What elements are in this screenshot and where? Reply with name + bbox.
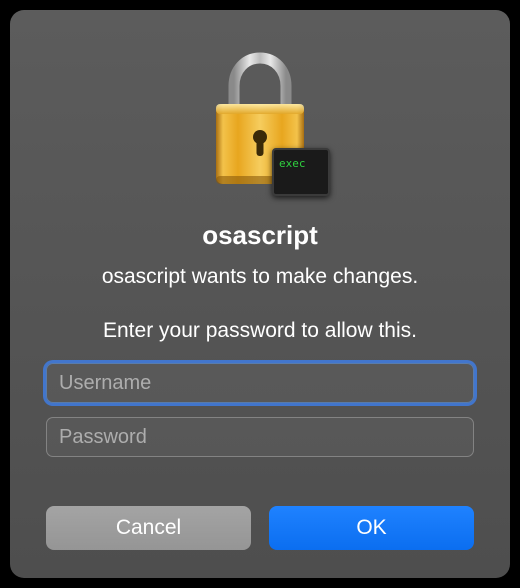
badge-text: exec	[279, 157, 306, 170]
username-field[interactable]	[46, 363, 474, 403]
ok-button[interactable]: OK	[269, 506, 474, 550]
dialog-icon-area: exec	[190, 42, 330, 202]
dialog-message: osascript wants to make changes.	[102, 265, 418, 289]
dialog-title: osascript	[202, 220, 318, 251]
authentication-dialog: exec osascript osascript wants to make c…	[10, 10, 510, 578]
password-field[interactable]	[46, 417, 474, 457]
button-row: Cancel OK	[46, 506, 474, 550]
dialog-prompt: Enter your password to allow this.	[103, 319, 417, 343]
terminal-exec-icon: exec	[272, 148, 330, 196]
cancel-button[interactable]: Cancel	[46, 506, 251, 550]
